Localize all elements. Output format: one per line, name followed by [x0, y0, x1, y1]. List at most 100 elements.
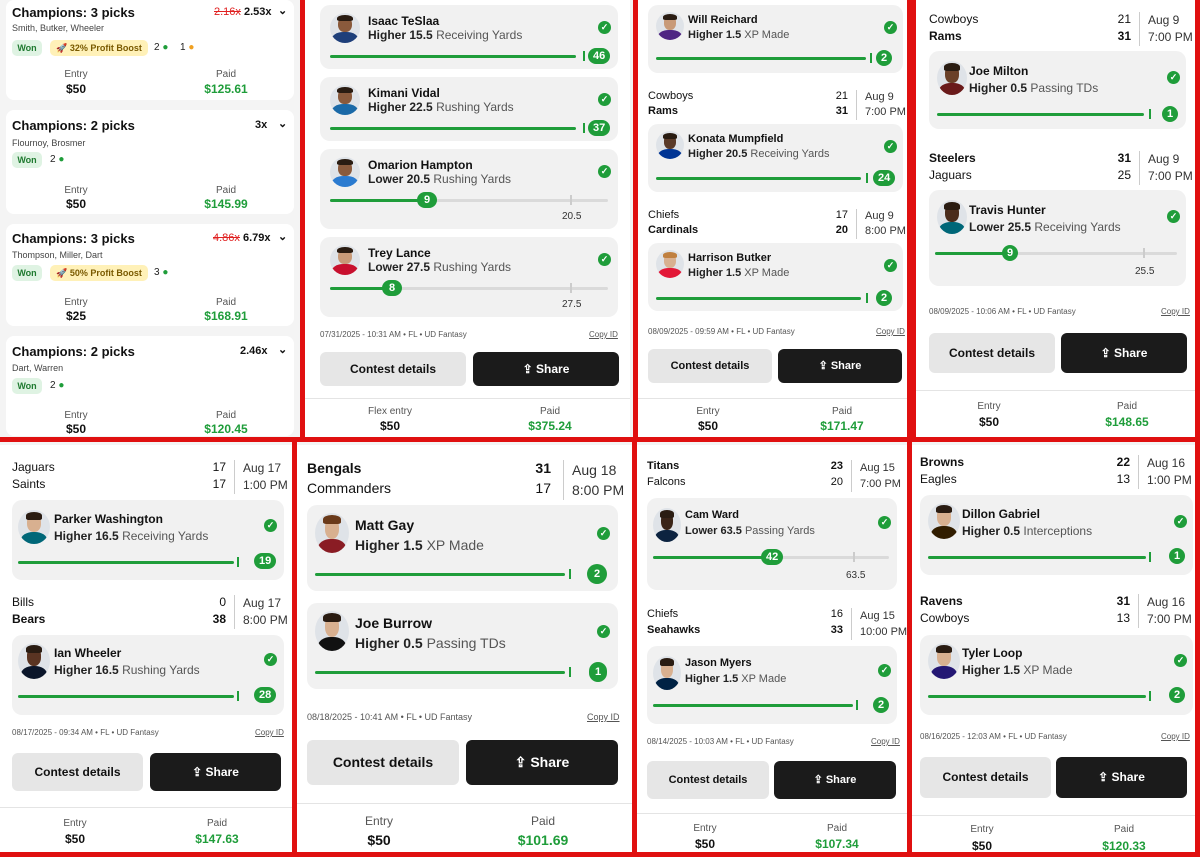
pick-card[interactable]: Jason Myers Higher 1.5 XP Made ✓ 2	[647, 646, 897, 724]
contest-details-button[interactable]: Contest details	[307, 740, 459, 785]
paid-amount: $147.63	[195, 832, 239, 846]
team-score: 17	[535, 480, 551, 496]
share-button[interactable]: ⇪ Share	[1061, 333, 1187, 373]
line-marker	[1149, 109, 1151, 119]
player-avatar	[928, 503, 960, 539]
entry-card[interactable]: Champions: 3 picks 4.86x 6.79x ⌄ Thompso…	[6, 224, 294, 326]
game-date: Aug 9 8:00 PM	[856, 209, 906, 239]
entry-label: Entry	[977, 401, 1001, 412]
share-button[interactable]: ⇪ Share	[150, 753, 281, 791]
game-date: Aug 9 7:00 PM	[856, 90, 906, 120]
chevron-down-icon[interactable]: ⌄	[278, 4, 287, 17]
team-score: 21	[835, 90, 848, 102]
pick-line: Higher 22.5 Rushing Yards	[368, 100, 514, 114]
entry-card[interactable]: Champions: 3 picks 2.16x 2.53x ⌄ Smith, …	[6, 0, 294, 100]
game-date: Aug 15 7:00 PM	[851, 460, 901, 492]
check-icon: ✓	[1167, 71, 1180, 84]
entry-footer: Entry $50 Paid $101.69	[297, 803, 632, 857]
check-icon: ✓	[884, 259, 897, 272]
entry-amount: $50	[379, 419, 401, 433]
paid-amount: $107.34	[815, 837, 859, 851]
paid-amount: $120.33	[1102, 839, 1146, 853]
team-score: 31	[835, 105, 848, 117]
team-name: Steelers	[929, 151, 976, 165]
result-value: 9	[417, 192, 437, 208]
share-button[interactable]: ⇪ Share	[774, 761, 896, 799]
copy-id-link[interactable]: Copy ID	[1161, 732, 1190, 741]
contest-details-button[interactable]: Contest details	[647, 761, 769, 799]
pick-card[interactable]: Matt Gay Higher 1.5 XP Made ✓ 2	[307, 505, 618, 591]
pick-card[interactable]: Cam Ward Lower 63.5 Passing Yards ✓ 42 6…	[647, 498, 897, 590]
pick-card[interactable]: Ian Wheeler Higher 16.5 Rushing Yards ✓ …	[12, 635, 284, 715]
entry-card[interactable]: Champions: 2 picks 3x ⌄ Flournoy, Brosme…	[6, 110, 294, 214]
contest-details-button[interactable]: Contest details	[648, 349, 772, 383]
share-button[interactable]: ⇪ Share	[1056, 757, 1187, 798]
result-value: 2	[876, 290, 892, 306]
player-avatar	[330, 13, 360, 43]
check-icon: ✓	[264, 653, 277, 666]
chevron-down-icon[interactable]: ⌄	[278, 343, 287, 356]
pick-card[interactable]: Kimani Vidal Higher 22.5 Rushing Yards ✓…	[320, 77, 618, 141]
pick-card[interactable]: Omarion Hampton Lower 20.5 Rushing Yards…	[320, 149, 618, 229]
line-marker	[1149, 691, 1151, 701]
progress-bar	[330, 287, 390, 290]
team-name: Rams	[929, 29, 962, 43]
pick-card[interactable]: Konata Mumpfield Higher 20.5 Receiving Y…	[648, 124, 903, 192]
result-value: 9	[1002, 245, 1018, 261]
pick-card[interactable]: Joe Milton Higher 0.5 Passing TDs ✓ 1	[929, 51, 1186, 129]
pick-card[interactable]: Trey Lance Lower 27.5 Rushing Yards ✓ 8 …	[320, 237, 618, 317]
profit-boost-badge: 🚀 32% Profit Boost	[50, 40, 148, 56]
player-name: Trey Lance	[368, 246, 431, 260]
chevron-down-icon[interactable]: ⌄	[278, 117, 287, 130]
copy-id-link[interactable]: Copy ID	[255, 728, 284, 737]
team-name: Chiefs	[647, 608, 679, 620]
contest-details-button[interactable]: Contest details	[920, 757, 1051, 798]
check-icon: ✓	[878, 516, 891, 529]
pick-card[interactable]: Dillon Gabriel Higher 0.5 Interceptions …	[920, 495, 1193, 575]
team-score: 23	[830, 460, 843, 472]
pick-line: Higher 15.5 Receiving Yards	[368, 28, 523, 42]
chevron-down-icon[interactable]: ⌄	[278, 230, 287, 243]
pick-card[interactable]: Travis Hunter Lower 25.5 Receiving Yards…	[929, 190, 1186, 286]
contest-details-button[interactable]: Contest details	[12, 753, 143, 791]
paid-amount: $145.99	[204, 197, 248, 211]
line-marker	[853, 552, 855, 562]
team-score: 13	[1116, 472, 1130, 486]
pick-card[interactable]: Harrison Butker Higher 1.5 XP Made ✓ 2	[648, 243, 903, 311]
share-button[interactable]: ⇪ Share	[466, 740, 618, 785]
progress-bar	[928, 556, 1146, 559]
game-date: Aug 15 10:00 PM	[851, 608, 907, 640]
multiplier: 2.16x 2.53x	[214, 6, 272, 18]
pick-line: Higher 1.5 XP Made	[355, 537, 484, 553]
pick-card[interactable]: Will Reichard Higher 1.5 XP Made ✓ 2	[648, 5, 903, 73]
entry-label: Entry	[64, 297, 88, 308]
pick-card[interactable]: Parker Washington Higher 16.5 Receiving …	[12, 500, 284, 580]
line-marker	[237, 557, 239, 567]
copy-id-link[interactable]: Copy ID	[876, 327, 905, 336]
share-icon: ⇪	[1100, 346, 1111, 360]
contest-details-button[interactable]: Contest details	[929, 333, 1055, 373]
player-name: Will Reichard	[688, 14, 758, 26]
pick-card[interactable]: Joe Burrow Higher 0.5 Passing TDs ✓ 1	[307, 603, 618, 689]
player-avatar	[653, 508, 681, 542]
player-avatar	[937, 200, 967, 234]
player-avatar	[18, 643, 50, 679]
contest-details-button[interactable]: Contest details	[320, 352, 466, 386]
panel-entry-0817: Jaguars 17 Saints 17 Aug 17 1:00 PM Parke…	[0, 445, 292, 857]
copy-id-link[interactable]: Copy ID	[871, 737, 900, 746]
entry-card[interactable]: Champions: 2 picks 2.46x ⌄ Dart, Warren …	[6, 336, 294, 436]
entry-meta: 08/09/2025 - 09:59 AM • FL • UD Fantasy	[648, 327, 795, 336]
copy-id-link[interactable]: Copy ID	[587, 712, 620, 722]
share-button[interactable]: ⇪ Share	[473, 352, 619, 386]
line-marker	[583, 51, 585, 61]
pick-card[interactable]: Tyler Loop Higher 1.5 XP Made ✓ 2	[920, 635, 1193, 715]
old-multiplier: 2.16x	[214, 6, 241, 18]
copy-id-link[interactable]: Copy ID	[1161, 307, 1190, 316]
player-name: Travis Hunter	[969, 203, 1046, 217]
copy-id-link[interactable]: Copy ID	[589, 330, 618, 339]
panel-entry-0816: Browns 22 Eagles 13 Aug 16 1:00 PM Dillon…	[912, 445, 1200, 857]
entry-meta: 08/16/2025 - 12:03 AM • FL • UD Fantasy	[920, 732, 1067, 741]
progress-bar	[656, 177, 861, 180]
pick-card[interactable]: Isaac TeSlaa Higher 15.5 Receiving Yards…	[320, 5, 618, 69]
share-button[interactable]: ⇪ Share	[778, 349, 902, 383]
